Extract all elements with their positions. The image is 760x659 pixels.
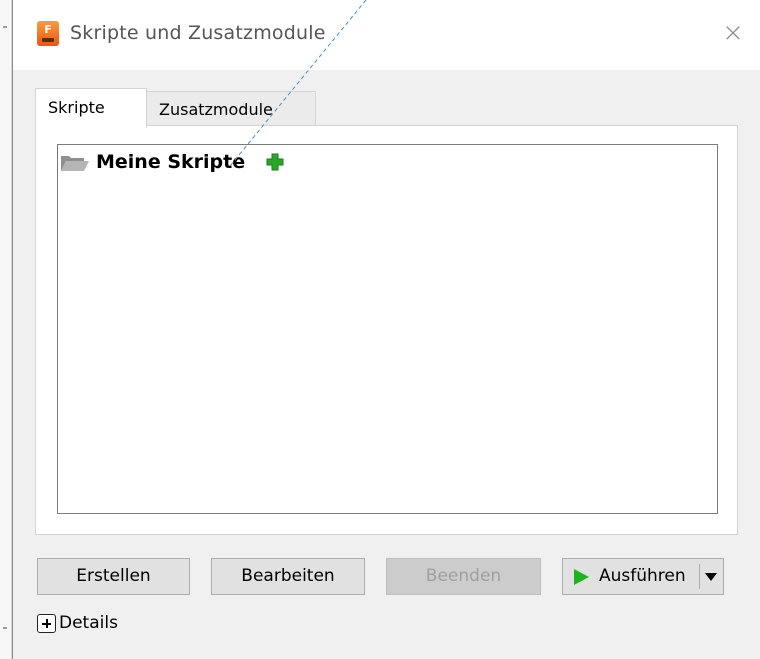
app-icon-bar	[42, 38, 54, 42]
background-window-edge	[0, 0, 12, 659]
open-folder-icon	[61, 156, 89, 171]
title-bar[interactable]: F Skripte und Zusatzmodule ×	[13, 0, 760, 70]
details-label: Details	[59, 613, 118, 633]
run-button[interactable]: Ausführen	[562, 558, 724, 595]
tab-panel-scripts: Meine Skripte	[35, 125, 738, 535]
window-title: Skripte und Zusatzmodule	[70, 22, 326, 44]
close-button[interactable]: ×	[720, 20, 746, 46]
edit-button[interactable]: Bearbeiten	[211, 558, 365, 595]
play-icon	[574, 569, 589, 585]
edit-button-label: Bearbeiten	[241, 566, 335, 586]
close-icon: ×	[722, 18, 744, 48]
tab-addons[interactable]: Zusatzmodule	[146, 91, 316, 126]
tab-scripts-label: Skripte	[48, 98, 105, 117]
chevron-down-icon[interactable]	[703, 572, 719, 582]
stop-button-label: Beenden	[425, 566, 502, 586]
app-icon-letter: F	[44, 23, 52, 36]
create-button-label: Erstellen	[76, 566, 151, 586]
scripts-tree[interactable]: Meine Skripte	[57, 144, 718, 514]
background-tick	[3, 26, 7, 28]
run-button-label: Ausführen	[599, 566, 686, 586]
tree-item-label: Meine Skripte	[96, 151, 246, 173]
create-button[interactable]: Erstellen	[37, 558, 190, 595]
run-button-divider	[699, 564, 700, 589]
tab-scripts[interactable]: Skripte	[35, 88, 147, 128]
expand-plus-icon	[37, 614, 56, 633]
background-tick	[3, 627, 7, 629]
add-icon[interactable]	[266, 153, 284, 171]
scripts-dialog: F Skripte und Zusatzmodule × Skripte Zus…	[12, 0, 760, 659]
tab-addons-label: Zusatzmodule	[159, 100, 273, 119]
app-icon: F	[37, 21, 59, 46]
stop-button[interactable]: Beenden	[386, 558, 541, 595]
